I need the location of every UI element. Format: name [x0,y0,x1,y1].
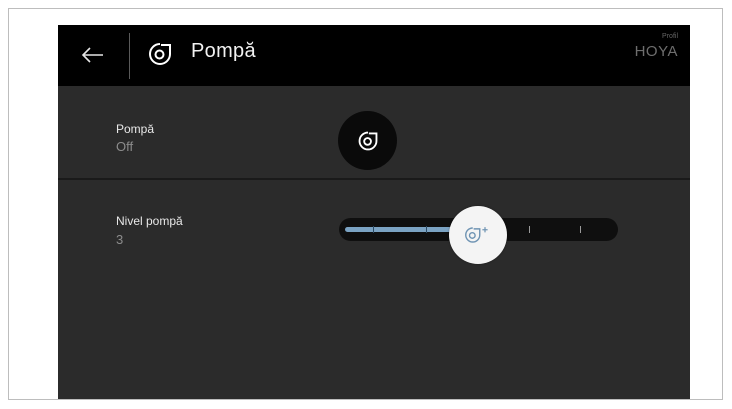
pump-label: Pompă [116,122,155,136]
page-title: Pompă [191,40,256,62]
header-divider [129,33,130,79]
device-screen: Pompă Profil HOYA Pompă Off Nivel pompă … [58,25,690,399]
row-divider [58,178,690,180]
back-button[interactable] [68,35,118,75]
pump-fan-icon [149,43,171,65]
pump-toggle-button[interactable] [338,111,397,170]
pump-fan-icon [358,131,377,150]
slider-tick [529,226,530,233]
slider-tick [426,226,427,233]
pump-fan-icon [465,227,488,243]
pump-level-value: 3 [116,232,124,247]
arrow-left-icon [81,47,103,63]
slider-tick [373,226,374,233]
pump-level-label: Nivel pompă [116,214,183,228]
pump-state-value: Off [116,139,134,154]
header-bar: Pompă Profil HOYA [58,25,690,86]
profile-name[interactable]: HOYA [635,43,678,60]
slider-tick [580,226,581,233]
profile-label: Profil [662,33,678,40]
slider-handle[interactable] [449,206,507,264]
